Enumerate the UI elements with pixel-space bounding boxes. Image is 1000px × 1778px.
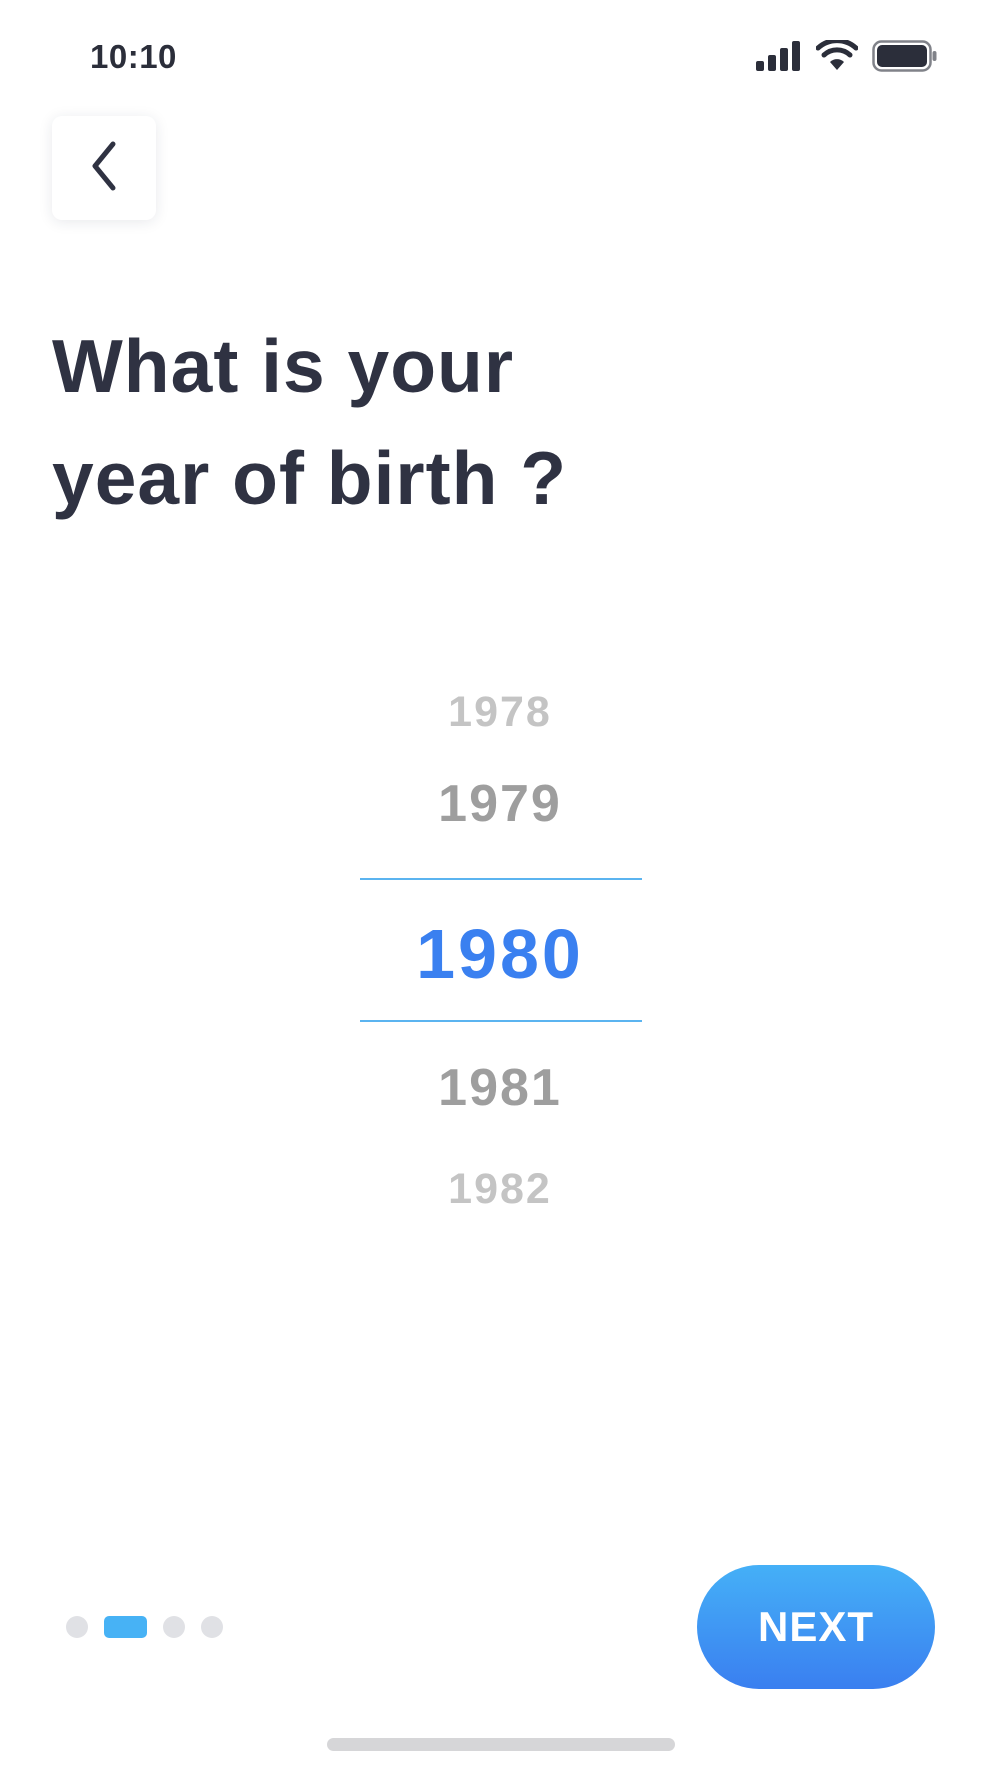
picker-bottom-divider [360,1020,642,1022]
year-picker[interactable]: 1978 1979 1980 1981 1982 [0,660,1000,1230]
chevron-left-icon [89,140,119,197]
page-dot [201,1616,223,1638]
page-dot [66,1616,88,1638]
title-line-1: What is your [52,324,515,408]
year-of-birth-screen: 10:10 What is your year of birth ? 1978 … [0,0,1000,1778]
pagination-dots [66,1616,239,1638]
year-option[interactable]: 1982 [0,1165,1000,1214]
wifi-icon [816,40,858,72]
page-dot [163,1616,185,1638]
year-option[interactable]: 1981 [0,1058,1000,1118]
picker-top-divider [360,878,642,880]
year-option[interactable]: 1979 [0,774,1000,834]
year-option[interactable]: 1978 [0,688,1000,737]
battery-icon [872,40,938,72]
title-line-2: year of birth ? [52,436,568,520]
next-button[interactable]: NEXT [697,1565,935,1689]
back-button[interactable] [52,116,156,220]
home-indicator [327,1738,675,1751]
status-time: 10:10 [90,38,177,75]
selected-year[interactable]: 1980 [0,914,1000,994]
signal-icon [756,41,802,71]
page-title: What is your year of birth ? [52,310,672,534]
page-dot-active [104,1616,147,1638]
status-icons [756,40,938,72]
